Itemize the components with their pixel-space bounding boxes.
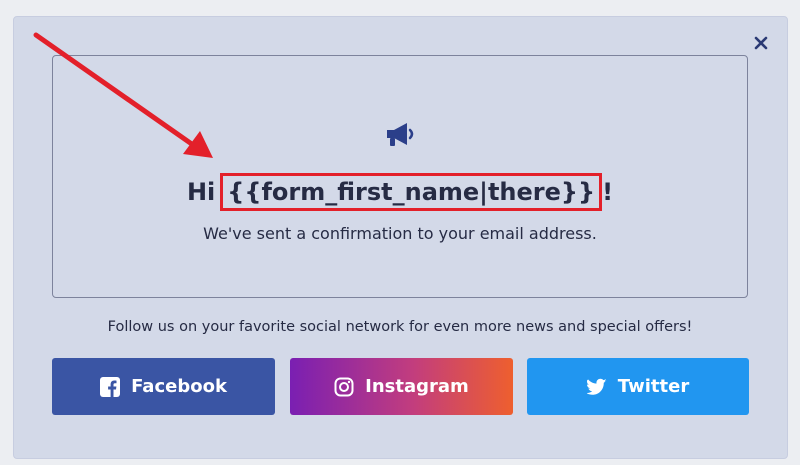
highlighted-placeholder: {{form_first_name|there}} <box>220 173 603 211</box>
megaphone-icon <box>387 123 414 146</box>
twitter-button[interactable]: Twitter <box>527 358 749 415</box>
twitter-label: Twitter <box>617 376 690 397</box>
instagram-button[interactable]: Instagram <box>290 358 513 415</box>
instagram-icon <box>334 377 354 396</box>
greeting-prefix: Hi <box>186 178 216 206</box>
confirmation-text: We've sent a confirmation to your email … <box>203 224 597 243</box>
twitter-icon <box>586 378 607 395</box>
facebook-button[interactable]: Facebook <box>52 358 275 415</box>
instagram-label: Instagram <box>365 376 469 397</box>
facebook-label: Facebook <box>131 376 227 397</box>
greeting-placeholder: {{form_first_name|there}} <box>227 178 596 206</box>
close-icon[interactable] <box>752 34 770 52</box>
greeting-heading: Hi {{form_first_name|there}}! <box>0 173 800 211</box>
follow-text: Follow us on your favorite social networ… <box>107 319 693 335</box>
greeting-suffix: ! <box>602 178 614 206</box>
facebook-icon <box>100 376 121 397</box>
